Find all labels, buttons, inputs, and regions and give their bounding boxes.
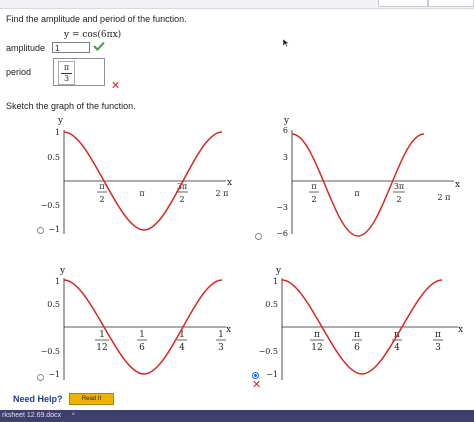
check-icon xyxy=(93,41,105,51)
y-tick-label: 0.5 xyxy=(265,300,278,309)
y-axis-label: y xyxy=(283,116,290,126)
mouse-cursor-icon xyxy=(282,38,290,48)
x-tick-num: π xyxy=(314,330,320,340)
y-tick-label: −1 xyxy=(48,370,60,379)
need-help-label: Need Help? xyxy=(13,394,63,404)
x-axis-label: x xyxy=(227,178,232,188)
period-numerator: π xyxy=(63,63,70,72)
x-tick-num: 1 xyxy=(99,330,105,340)
x-tick-den: 6 xyxy=(354,343,360,353)
top-strip xyxy=(0,0,474,9)
x-tick-den: 6 xyxy=(139,343,145,353)
y-axis-label: y xyxy=(275,266,282,276)
radio-option-c[interactable] xyxy=(37,374,44,381)
x-tick-den: 2 xyxy=(311,195,316,204)
x-axis-label: x xyxy=(458,325,463,335)
y-tick-label: 1 xyxy=(273,277,278,286)
y-tick-label: −3 xyxy=(276,203,288,212)
y-tick-labels: 1 0.5 −0.5 −1 xyxy=(41,277,60,379)
period-input[interactable]: π 3 xyxy=(53,58,105,86)
x-tick-num: π xyxy=(99,182,104,191)
y-tick-label: 3 xyxy=(283,153,288,162)
graph-option-d[interactable]: y x 1 0.5 −0.5 −1 π 12 π 6 π 4 π 3 xyxy=(240,264,472,384)
taskbar-file[interactable]: rksheet 12.69.docx xyxy=(2,410,61,422)
read-it-button[interactable]: Read It xyxy=(69,393,114,405)
x-tick-den: 3 xyxy=(435,343,441,353)
y-tick-label: −1 xyxy=(266,370,278,379)
period-denominator: 3 xyxy=(63,74,70,83)
x-tick-labels: 1 12 1 6 1 4 1 3 xyxy=(95,330,226,353)
y-tick-label: −6 xyxy=(276,229,288,238)
x-tick-label: π xyxy=(354,189,359,198)
taskbar: rksheet 12.69.docx ^ xyxy=(0,410,474,422)
x-tick-den: 4 xyxy=(179,343,185,353)
amplitude-label: amplitude xyxy=(6,43,46,53)
x-tick-label: π xyxy=(139,189,144,198)
y-tick-label: 1 xyxy=(55,128,60,137)
y-tick-label: 0.5 xyxy=(47,300,60,309)
x-tick-labels: π 2 π 3π 2 2 π xyxy=(97,182,228,204)
x-tick-num: 1 xyxy=(218,330,224,340)
radio-option-a[interactable] xyxy=(37,227,44,234)
y-tick-labels: 1 0.5 −0.5 −1 xyxy=(41,128,60,234)
x-tick-num: π xyxy=(354,330,360,340)
y-tick-labels: 1 0.5 −0.5 −1 xyxy=(259,277,278,379)
radio-option-b[interactable] xyxy=(255,233,262,240)
top-tab[interactable] xyxy=(428,0,474,7)
x-axis-label: x xyxy=(455,180,460,190)
x-tick-num: π xyxy=(435,330,441,340)
y-axis-label: y xyxy=(57,116,64,126)
chevron-up-icon[interactable]: ^ xyxy=(72,410,75,422)
amplitude-input[interactable]: 1 xyxy=(52,42,90,53)
y-tick-label: 1 xyxy=(55,277,60,286)
x-tick-den: 2 xyxy=(179,195,184,204)
graph-option-a[interactable]: y x 1 0.5 −0.5 −1 π 2 π 3π 2 2 π xyxy=(20,112,245,237)
y-tick-labels: 6 3 −3 −6 xyxy=(276,126,288,238)
x-tick-den: 2 xyxy=(396,195,401,204)
function-equation: y = cos(6πx) xyxy=(64,30,122,40)
x-tick-den: 4 xyxy=(394,343,400,353)
y-tick-label: −0.5 xyxy=(41,347,60,356)
y-tick-label: −1 xyxy=(48,225,60,234)
sketch-prompt: Sketch the graph of the function. xyxy=(6,101,136,111)
y-tick-label: 6 xyxy=(283,126,288,135)
y-tick-label: −0.5 xyxy=(41,201,60,210)
question-panel: Find the amplitude and period of the fun… xyxy=(0,0,474,410)
x-tick-label: 2 π xyxy=(438,193,451,202)
y-axis-label: y xyxy=(59,266,66,276)
x-tick-label: 2 π xyxy=(216,189,229,198)
x-tick-den: 12 xyxy=(96,343,107,353)
x-tick-labels: π 2 π 3π 2 2 π xyxy=(309,182,450,204)
x-mark-icon: ✕ xyxy=(252,379,262,391)
period-fraction: π 3 xyxy=(58,61,75,85)
x-tick-num: 1 xyxy=(139,330,145,340)
x-axis-label: x xyxy=(226,325,231,335)
y-tick-label: −0.5 xyxy=(259,347,278,356)
y-tick-label: 0.5 xyxy=(47,153,60,162)
top-tab[interactable] xyxy=(378,0,428,7)
x-mark-icon: ✕ xyxy=(111,80,121,92)
x-tick-num: π xyxy=(311,182,316,191)
x-tick-den: 2 xyxy=(99,195,104,204)
x-tick-den: 3 xyxy=(218,343,224,353)
period-label: period xyxy=(6,67,32,77)
x-tick-num: 3π xyxy=(394,182,404,191)
graph-option-c[interactable]: y x 1 0.5 −0.5 −1 1 12 1 6 1 4 1 3 xyxy=(20,264,245,384)
question-prompt: Find the amplitude and period of the fun… xyxy=(6,14,187,24)
x-tick-den: 12 xyxy=(311,343,322,353)
graph-option-b[interactable]: y x 6 3 −3 −6 π 2 π 3π 2 2 π xyxy=(248,112,473,238)
